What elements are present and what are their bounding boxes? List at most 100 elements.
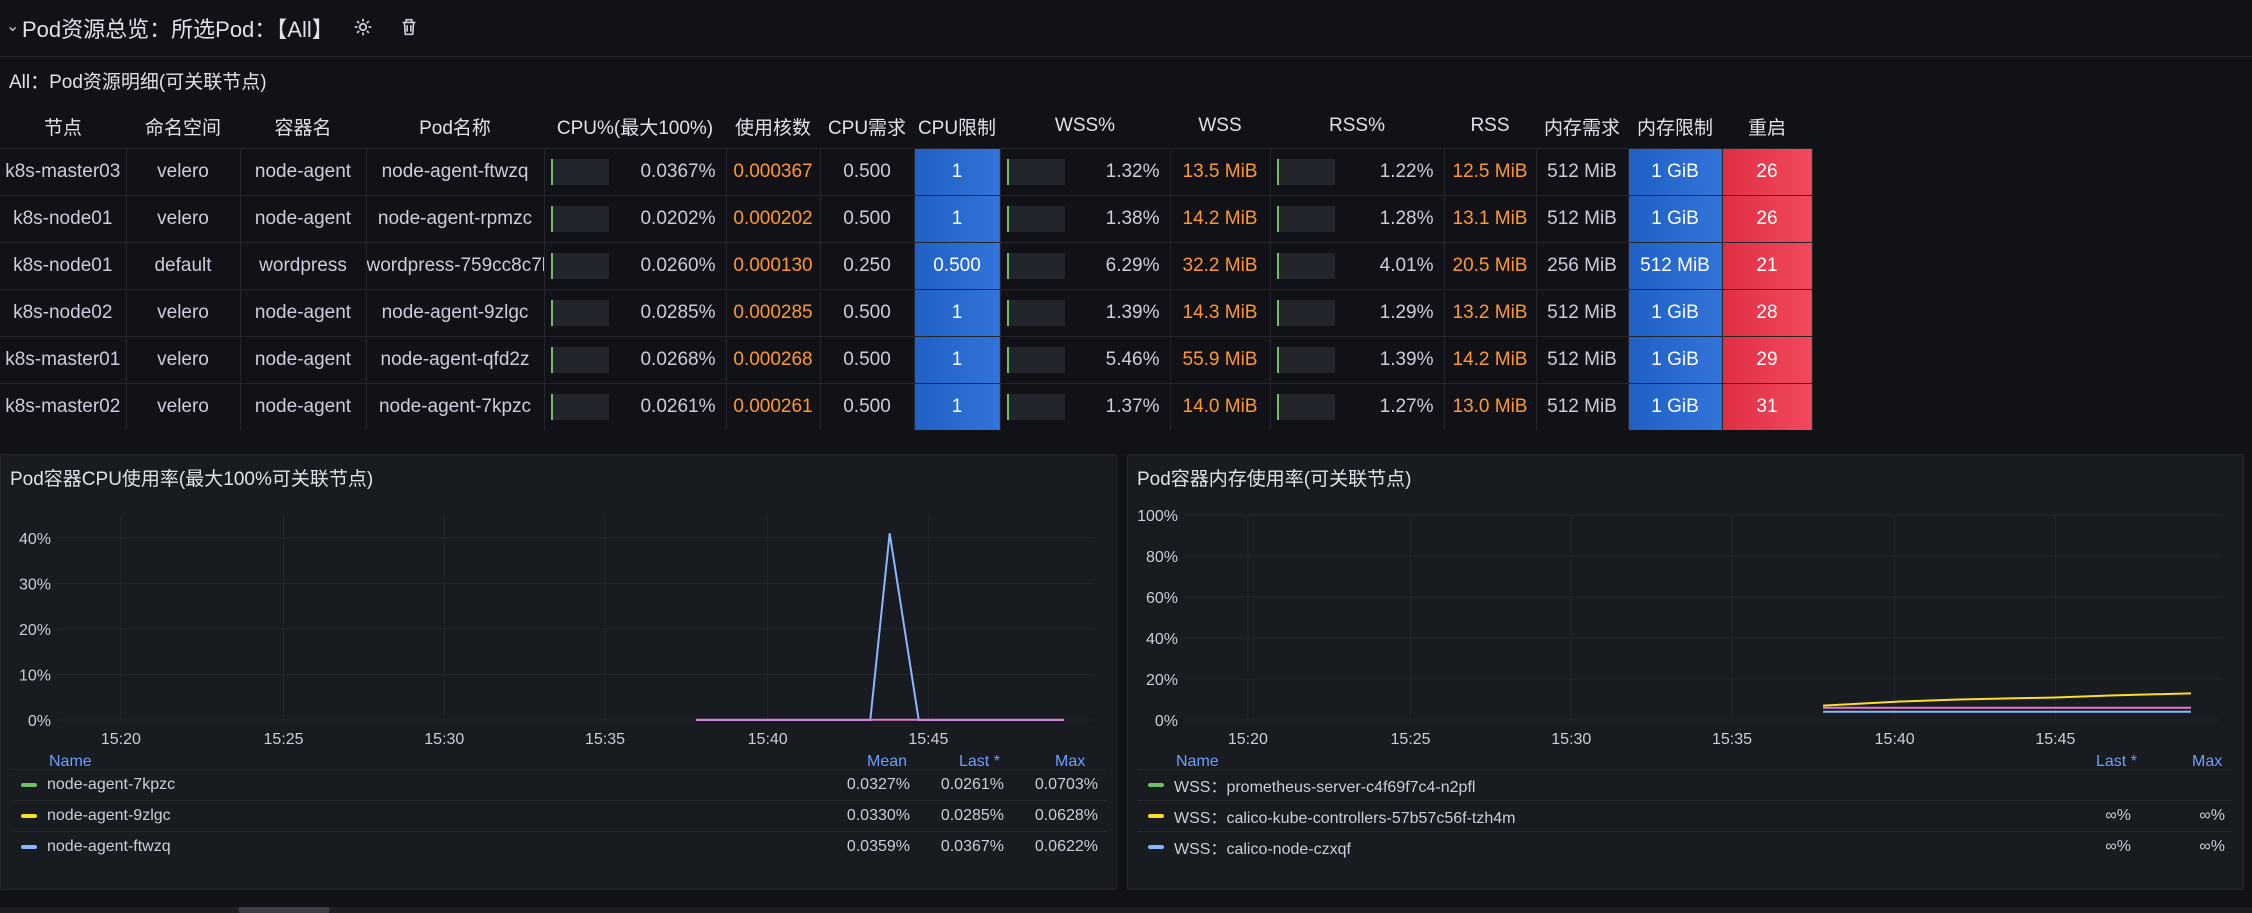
chevron-down-icon[interactable]: ⌄ [6,16,19,36]
table-cell-node: k8s-node01 [0,242,127,290]
y-tick-label: 60% [1146,590,1178,607]
table-cell-restarts: 21 [1722,242,1813,290]
legend-item[interactable]: node-agent-9zlgc 0.0330% 0.0285% 0.0628% [11,800,1106,831]
table-cell-cpu-req: 0.500 [820,148,915,196]
column-header[interactable]: CPU%(最大100%) [544,104,726,149]
scrollbar-thumb[interactable] [238,907,330,913]
column-header[interactable]: RSS% [1270,104,1444,149]
table-row[interactable]: k8s-node01 velero node-agent node-agent-rpm… [0,195,1813,243]
gauge-bar [1006,206,1065,232]
table-row[interactable]: k8s-node02 velero node-agent node-agent-9zl… [0,289,1813,337]
gauge-value: 5.46% [1105,349,1160,370]
pod-table: 节点 命名空间 容器名 Pod名称 CPU%(最大100%) 使用核数 CPU需求 CPU限制… [0,104,1813,430]
table-cell-cores: 0.000285 [726,289,821,337]
legend-item[interactable]: WSS：calico-node-czxqf ∞% ∞% [1138,831,2233,862]
column-header[interactable]: WSS [1170,104,1270,149]
table-cell-container: node-agent [240,289,367,337]
horizontal-scrollbar[interactable] [0,907,2252,913]
column-header[interactable]: 内存限制 [1628,104,1722,149]
gauge-value: 4.01% [1379,255,1434,276]
table-cell-cpu-lim: 1 [914,148,1001,196]
row-header[interactable]: ⌄ Pod资源总览：所选Pod：【All】 [0,0,2252,57]
legend-swatch [21,783,37,787]
legend-swatch [1148,845,1164,849]
table-cell-restarts: 26 [1722,148,1813,196]
column-header[interactable]: RSS [1444,104,1536,149]
table-cell-restarts: 29 [1722,336,1813,384]
column-header[interactable]: CPU需求 [820,104,914,149]
column-header[interactable]: 重启 [1722,104,1812,149]
table-cell-cpu-req: 0.500 [820,336,915,384]
gauge-value: 1.22% [1379,161,1434,182]
table-cell-cpu-lim: 1 [914,195,1001,243]
legend-item[interactable]: WSS：prometheus-server-c4f69f7c4-n2pfl [1138,769,2233,800]
gauge-value: 0.0261% [640,396,716,417]
legend-mean: 0.0330% [846,807,910,824]
column-header[interactable]: WSS% [1000,104,1170,149]
table-cell-rss: 20.5 MiB [1444,242,1537,290]
table-cell-pod: node-agent-ftwzq [366,148,545,196]
column-header[interactable]: 节点 [0,104,126,149]
legend-last: ∞% [2105,838,2131,855]
table-cell-wss: 14.3 MiB [1170,289,1271,337]
table-cell-cores: 0.000367 [726,148,821,196]
x-tick-label: 15:35 [585,731,625,748]
legend-swatch [1148,783,1164,787]
table-cell-cpu-pct: 0.0261% [544,383,727,430]
gauge-value: 6.29% [1105,255,1160,276]
gear-icon[interactable] [352,16,374,38]
column-header[interactable]: CPU限制 [914,104,1000,149]
table-cell-ns: velero [126,383,241,430]
legend-last: 0.0285% [940,807,1004,824]
gauge-bar [1276,206,1335,232]
y-tick-label: 40% [1146,631,1178,648]
x-tick-label: 15:40 [1875,731,1915,748]
y-tick-label: 30% [19,576,51,593]
table-cell-rss-pct: 4.01% [1270,242,1445,290]
table-cell-wss: 14.0 MiB [1170,383,1271,430]
column-header[interactable]: Pod名称 [366,104,544,149]
y-tick-label: 40% [19,531,51,548]
table-cell-wss-pct: 5.46% [1000,336,1171,384]
table-cell-rss-pct: 1.39% [1270,336,1445,384]
table-row[interactable]: k8s-master02 velero node-agent node-agent-7… [0,383,1813,430]
table-cell-rss-pct: 1.28% [1270,195,1445,243]
gauge-bar [1006,253,1065,279]
trash-icon[interactable] [398,16,420,38]
table-cell-restarts: 31 [1722,383,1813,430]
x-tick-label: 15:45 [908,731,948,748]
cpu-chart-panel: Pod容器CPU使用率(最大100%可关联节点) 0% 10% 20% 30% 40% 1… [0,454,1117,890]
gauge-value: 1.39% [1105,302,1160,323]
table-cell-node: k8s-node02 [0,289,127,337]
table-cell-cpu-lim: 1 [914,289,1001,337]
gauge-value: 1.38% [1105,208,1160,229]
column-header[interactable]: 内存需求 [1536,104,1628,149]
table-cell-rss-pct: 1.29% [1270,289,1445,337]
gauge-bar [1276,394,1335,420]
table-cell-ns: velero [126,289,241,337]
table-row[interactable]: k8s-node01 default wordpress wordpress-759c… [0,242,1813,290]
table-cell-cpu-req: 0.500 [820,383,915,430]
legend-item[interactable]: node-agent-7kpzc 0.0327% 0.0261% 0.0703% [11,769,1106,800]
legend-item[interactable]: node-agent-ftwzq 0.0359% 0.0367% 0.0622% [11,831,1106,862]
table-cell-container: node-agent [240,195,367,243]
x-tick-label: 15:25 [264,731,304,748]
gauge-value: 1.32% [1105,161,1160,182]
y-tick-label: 100% [1137,508,1178,525]
table-cell-rss: 13.1 MiB [1444,195,1537,243]
gauge-bar [1276,253,1335,279]
table-cell-ns: default [126,242,241,290]
table-row[interactable]: k8s-master01 velero node-agent node-agent-q… [0,336,1813,384]
legend-item[interactable]: WSS：calico-kube-controllers-57b57c56f-tz… [1138,800,2233,831]
legend-last: 0.0367% [940,838,1004,855]
column-header[interactable]: 容器名 [240,104,366,149]
gauge-bar [1006,394,1065,420]
row-title[interactable]: Pod资源总览：所选Pod：【All】 [22,12,334,44]
table-cell-container: node-agent [240,383,367,430]
table-cell-cpu-pct: 0.0260% [544,242,727,290]
column-header[interactable]: 使用核数 [726,104,820,149]
legend-max: 0.0703% [1034,776,1098,793]
table-row[interactable]: k8s-master03 velero node-agent node-agent-f… [0,148,1813,196]
column-header[interactable]: 命名空间 [126,104,240,149]
x-tick-label: 15:20 [101,731,141,748]
